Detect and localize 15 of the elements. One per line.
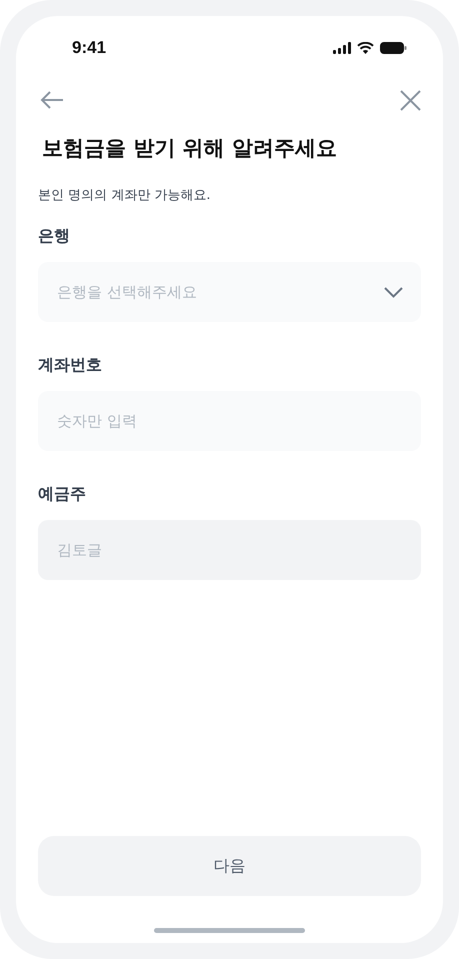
input-field[interactable]: 숫자만 입력 <box>38 391 421 451</box>
field-label: 은행 <box>38 225 71 247</box>
back-arrow-icon[interactable] <box>40 91 64 109</box>
battery-icon <box>380 42 407 54</box>
dropdown-placeholder: 은행을 선택해주세요 <box>57 282 197 302</box>
page-title: 보험금을 받기 위해 알려주세요 <box>42 135 338 162</box>
signal-icon <box>333 42 351 54</box>
field-label: 계좌번호 <box>38 354 103 376</box>
field-label: 예금주 <box>38 483 87 505</box>
chevron-down-icon <box>384 286 403 298</box>
wifi-icon <box>357 42 374 54</box>
status-time: 9:41 <box>72 38 106 58</box>
page-subtitle: 본인 명의의 계좌만 가능해요. <box>38 187 212 205</box>
close-icon[interactable] <box>400 90 421 110</box>
bank-dropdown[interactable]: 은행을 선택해주세요 <box>38 262 421 322</box>
